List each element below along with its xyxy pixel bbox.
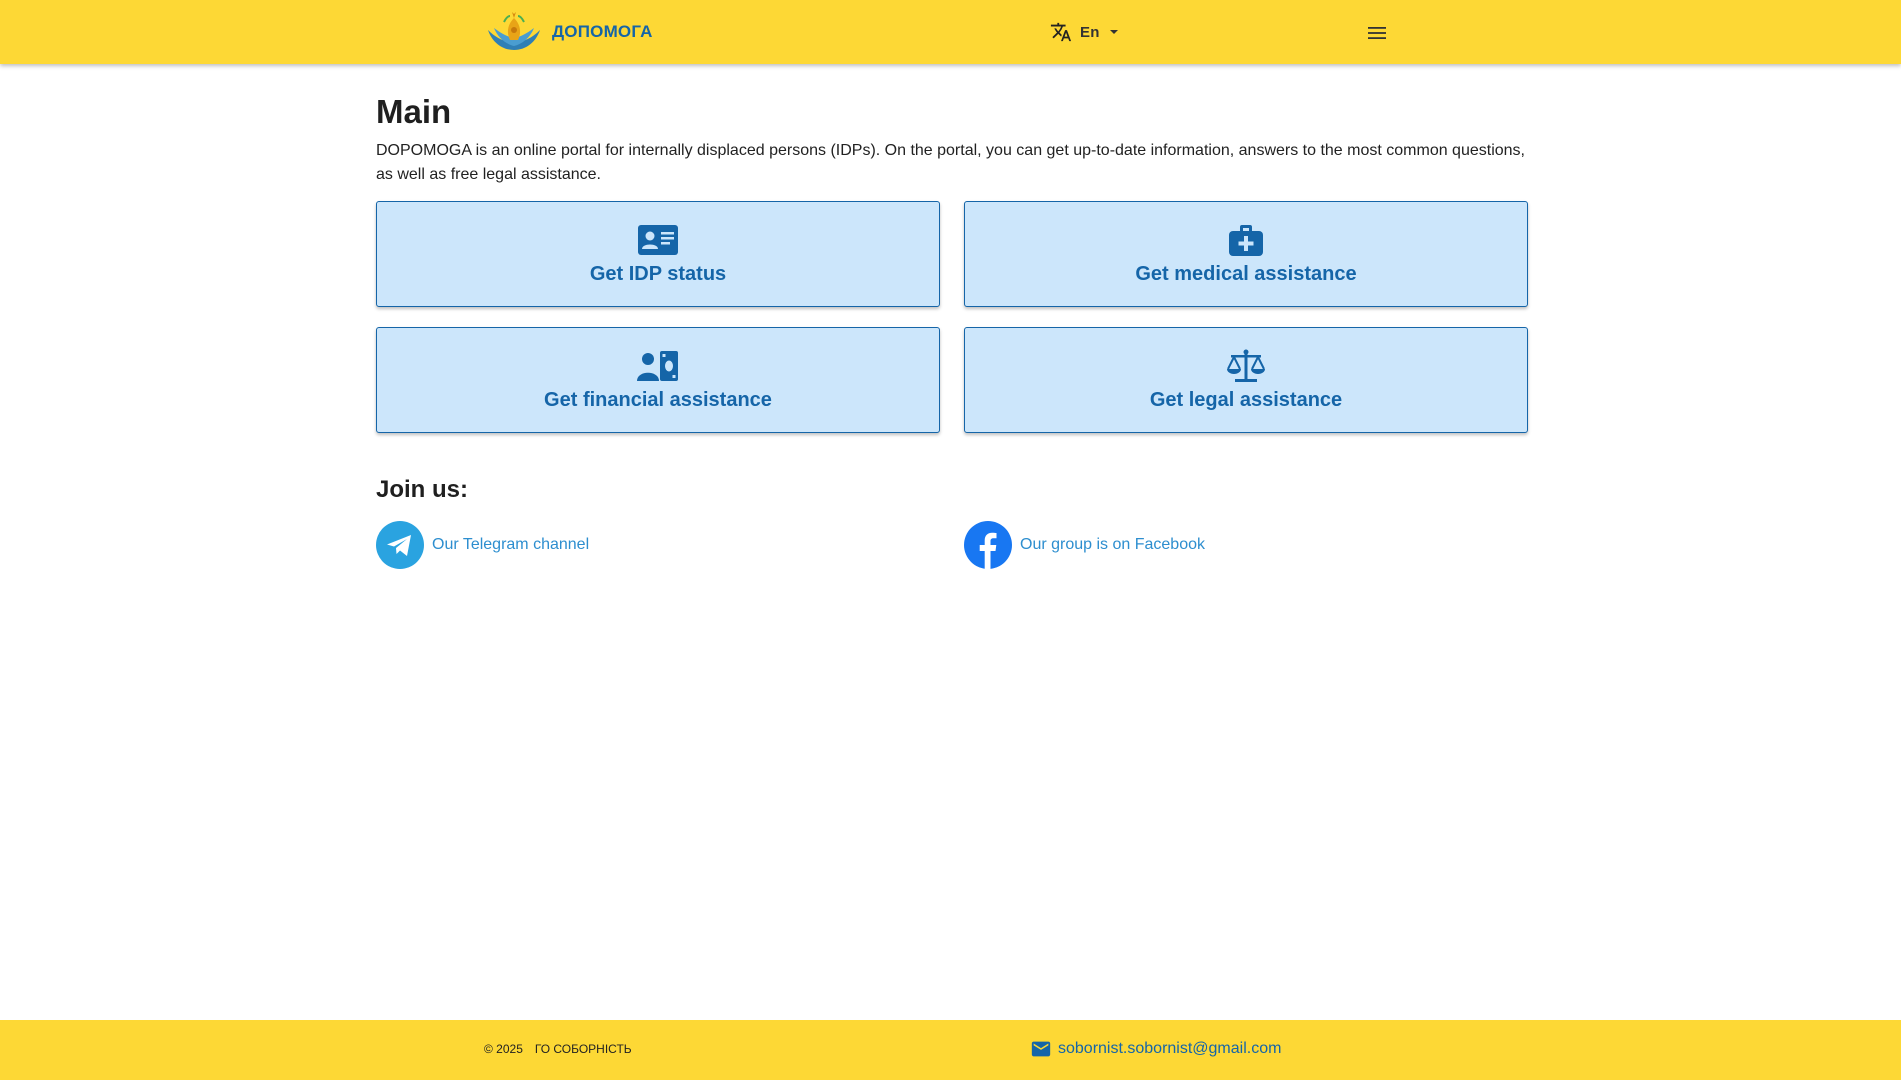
card-legal-assistance[interactable]: Get legal assistance: [964, 327, 1528, 433]
card-label: Get financial assistance: [544, 389, 772, 411]
social-links: Our Telegram channel Our group is on Fac…: [376, 521, 1528, 569]
dopomoga-logo-icon: [488, 12, 540, 50]
card-medical-assistance[interactable]: Get medical assistance: [964, 201, 1528, 307]
telegram-link[interactable]: Our Telegram channel: [376, 521, 964, 569]
brand-home-link[interactable]: ДОПОМОГА: [484, 10, 653, 54]
join-us-heading: Join us:: [376, 476, 469, 503]
caret-down-icon: [1109, 30, 1118, 34]
copyright-year: © 2025: [484, 1042, 523, 1056]
translate-icon: [1050, 22, 1072, 42]
organization-name: ГО СОБОРНІСТЬ: [534, 1042, 632, 1056]
language-label: En: [1080, 23, 1100, 41]
card-label: Get medical assistance: [1135, 263, 1357, 285]
person-money-icon: [637, 351, 678, 381]
scales-icon: [1227, 349, 1265, 382]
page-title: Main: [376, 93, 452, 130]
telegram-link-text[interactable]: Our Telegram channel: [432, 536, 589, 554]
email-contact[interactable]: sobornist.sobornist@gmail.com: [1030, 1038, 1281, 1060]
top-app-bar: ДОПОМОГА En: [0, 0, 1901, 64]
facebook-link[interactable]: Our group is on Facebook: [964, 521, 1528, 569]
card-financial-assistance[interactable]: Get financial assistance: [376, 327, 940, 433]
telegram-icon: [376, 521, 424, 569]
card-label: Get legal assistance: [1149, 389, 1343, 411]
card-label: Get IDP status: [589, 263, 727, 285]
language-selector[interactable]: En: [1050, 18, 1120, 46]
page: ДОПОМОГА En Main DOPOMOGA is an online p…: [0, 0, 1901, 1080]
hamburger-menu-icon: [1368, 27, 1386, 39]
facebook-icon: [964, 521, 1012, 569]
medical-bag-icon: [1229, 225, 1263, 256]
email-link[interactable]: sobornist.sobornist@gmail.com: [1058, 1040, 1281, 1058]
main-content: Main DOPOMOGA is an online portal for in…: [376, 88, 1528, 569]
copyright: © 2025 ГО СОБОРНІСТЬ: [484, 1042, 632, 1056]
menu-button[interactable]: [1362, 18, 1392, 48]
brand-name: ДОПОМОГА: [552, 22, 653, 41]
footer: © 2025 ГО СОБОРНІСТЬ sobornist.sobornist…: [0, 1020, 1901, 1080]
card-idp-status[interactable]: Get IDP status: [376, 201, 940, 307]
mail-icon: [1031, 1041, 1051, 1057]
intro-text: DOPOMOGA is an online portal for interna…: [376, 142, 1525, 183]
facebook-link-text[interactable]: Our group is on Facebook: [1020, 536, 1205, 554]
id-card-icon: [638, 225, 678, 255]
service-cards: Get IDP status Get medical assistance Ge…: [376, 201, 1528, 433]
